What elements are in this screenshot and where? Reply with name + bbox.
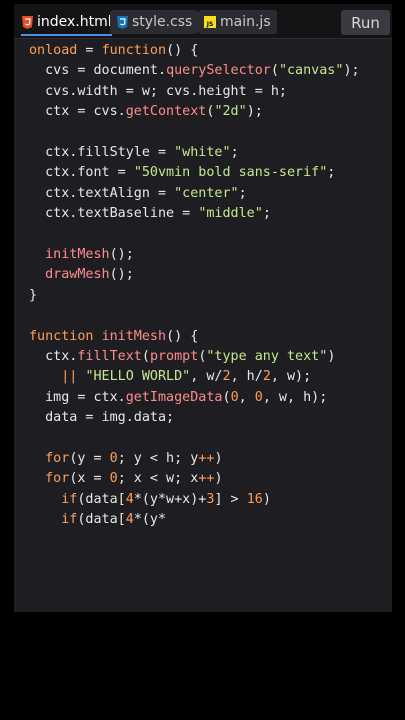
code-line: ctx.font = "50vmin bold sans-serif"; — [29, 165, 336, 181]
code-line: ctx.fillText(prompt("type any text") — [29, 349, 336, 364]
tab-label: main.js — [220, 14, 271, 30]
code-line: ctx.fillStyle = "white"; — [29, 145, 239, 160]
code-editor-app: index.html style.css JS main.js Run onlo… — [14, 4, 392, 612]
code-line: onload = function() { — [29, 43, 199, 58]
code-line: data = img.data; — [29, 410, 175, 426]
tab-style-css[interactable]: style.css — [110, 10, 199, 34]
code-line: for(y = 0; y < h; y++) — [45, 451, 223, 466]
code-line: if(data[4*(y*w+x)+3] > 16) — [61, 491, 271, 507]
run-button[interactable]: Run — [341, 10, 390, 35]
tab-bar: index.html style.css JS main.js Run — [14, 4, 392, 39]
tab-index-html[interactable]: index.html — [21, 10, 112, 36]
html5-icon — [21, 15, 33, 29]
js-icon: JS — [204, 15, 216, 29]
css3-icon — [116, 15, 128, 29]
code-line: ctx = cvs.getContext("2d"); — [29, 104, 263, 120]
code-line: cvs.width = w; cvs.height = h; — [29, 83, 287, 99]
tab-main-js[interactable]: JS main.js — [198, 10, 277, 34]
code-line: drawMesh(); — [45, 267, 134, 283]
code-line: ctx.textAlign = "center"; — [29, 185, 247, 201]
code-line: if(data[4*(y* — [61, 512, 167, 528]
code-line: for(x = 0; x < w; x++) — [45, 471, 223, 487]
code-area[interactable]: onload = function() { cvs = document.que… — [14, 38, 392, 612]
code-line: initMesh(); — [45, 247, 134, 262]
code-line: || "HELLO WORLD", w/2, h/2, w); — [61, 369, 312, 385]
code-line: img = ctx.getImageData(0, 0, w, h); — [29, 389, 328, 405]
code-line: } — [29, 287, 38, 303]
code-line: function initMesh() { — [29, 328, 199, 344]
tab-label: style.css — [132, 14, 193, 30]
code-line: cvs = document.querySelector("canvas"); — [29, 63, 360, 79]
svg-text:JS: JS — [206, 21, 214, 28]
tab-label: index.html — [37, 14, 112, 30]
code-line: ctx.textBaseline = "middle"; — [29, 206, 271, 222]
